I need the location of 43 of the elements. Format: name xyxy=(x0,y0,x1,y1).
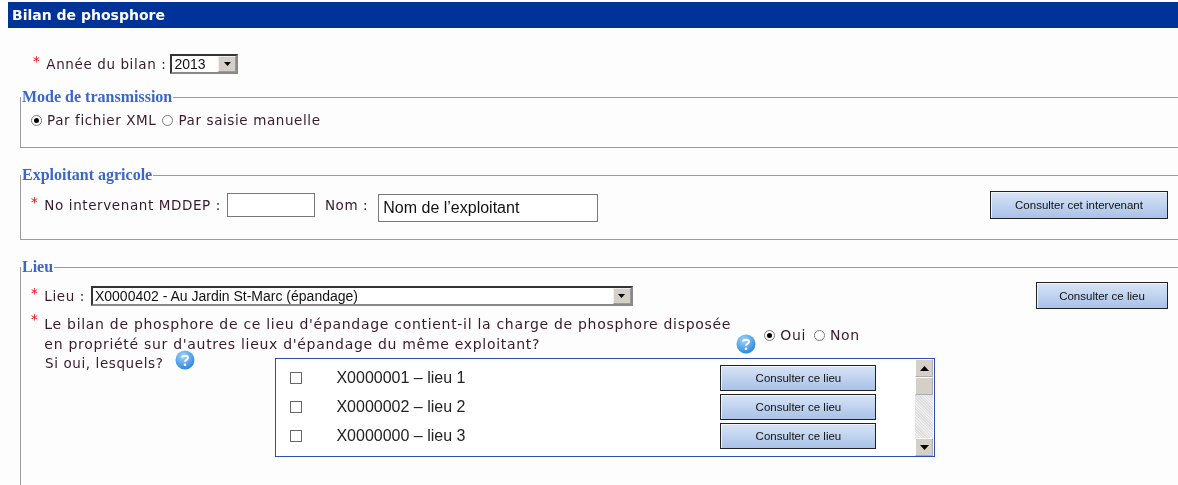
question-text: Le bilan de phosphore de ce lieu d'épandage contient-il la charge de phosphore disposée en propriété sur d'autres lieux d'épandage du même exploitant? xyxy=(44,315,733,354)
required-asterisk: * xyxy=(31,284,39,301)
consult-button[interactable]: Consulter cet intervenant xyxy=(990,191,1168,219)
radio-button[interactable] xyxy=(31,114,42,126)
field-label: Lieu : xyxy=(44,287,85,304)
group-legend: Lieu xyxy=(21,258,55,276)
field-label: No intervenant MDDEP : xyxy=(44,197,221,213)
radio-button[interactable] xyxy=(813,329,825,341)
group-legend: Exploitant agricole xyxy=(21,166,154,184)
consult-button[interactable]: Consulter ce lieu xyxy=(1036,282,1168,309)
required-asterisk: * xyxy=(31,311,39,327)
place-label: X0000001 – lieu 1 xyxy=(336,368,467,387)
checkbox[interactable] xyxy=(290,371,303,384)
radio-label: Par fichier XML xyxy=(47,112,157,128)
scroll-thumb[interactable] xyxy=(915,377,934,395)
scroll-down-icon[interactable] xyxy=(919,444,929,450)
radio-label: Non xyxy=(829,327,860,343)
group-legend: Mode de transmission xyxy=(21,88,174,106)
place-dropdown[interactable]: X0000402 - Au Jardin St-Marc (épandage) xyxy=(90,285,633,306)
radio-label: Oui xyxy=(780,327,806,343)
required-asterisk: * xyxy=(31,194,39,210)
scroll-up-icon[interactable] xyxy=(919,365,929,371)
radio-button[interactable] xyxy=(764,329,776,341)
radio-label: Par saisie manuelle xyxy=(178,112,321,128)
year-dropdown[interactable]: 2013 xyxy=(170,54,239,74)
help-icon[interactable] xyxy=(736,334,757,354)
checkbox[interactable] xyxy=(290,400,303,413)
scrollbar[interactable] xyxy=(915,359,934,456)
consult-button[interactable]: Consulter ce lieu xyxy=(720,393,877,420)
consult-button[interactable]: Consulter ce lieu xyxy=(720,364,877,391)
number-input-field[interactable] xyxy=(226,193,315,217)
followup-label: Si oui, lesquels? xyxy=(45,355,164,371)
required-asterisk: * xyxy=(33,53,41,69)
section-title: Bilan de phosphore xyxy=(12,7,165,23)
field-label: Année du bilan : xyxy=(46,56,167,72)
field-label: Nom : xyxy=(324,197,369,213)
place-label: X0000000 – lieu 3 xyxy=(336,426,467,445)
place-label: X0000002 – lieu 2 xyxy=(336,397,467,416)
consult-button[interactable]: Consulter ce lieu xyxy=(720,422,877,449)
help-icon[interactable] xyxy=(175,350,196,370)
radio-button[interactable] xyxy=(162,114,174,126)
checkbox[interactable] xyxy=(290,429,303,442)
name-input-field[interactable]: Nom de l’exploitant xyxy=(378,194,599,222)
